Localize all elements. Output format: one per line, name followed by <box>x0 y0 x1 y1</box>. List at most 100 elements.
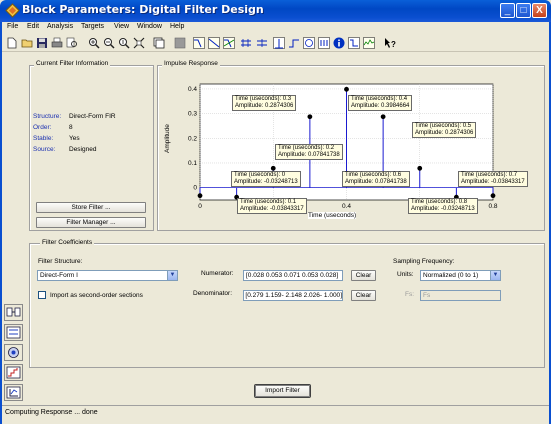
stem-marker <box>307 114 313 120</box>
phase-response-icon[interactable] <box>208 37 220 49</box>
datatip-3-time: Time (useconds): 0.3 <box>235 96 292 102</box>
minimize-button[interactable]: _ <box>500 3 515 18</box>
denominator-clear-button[interactable]: Clear <box>351 290 376 301</box>
numerator-label: Numerator: <box>201 270 234 277</box>
stem-marker <box>417 165 423 171</box>
datatip-6-amp: Amplitude: 0.07841738 <box>345 179 407 185</box>
units-value: Normalized (0 to 1) <box>423 272 479 279</box>
fs-input[interactable]: Fs <box>420 290 501 301</box>
order-label: Order: <box>33 124 52 131</box>
print-preview-icon[interactable] <box>66 37 78 49</box>
full-view-icon[interactable] <box>133 37 145 49</box>
y-axis-label: Amplitude <box>164 124 171 153</box>
datatip-1-amp: Amplitude: -0.03843317 <box>240 206 304 212</box>
import-sos-label: Import as second-order sections <box>50 292 143 299</box>
open-icon[interactable] <box>21 37 33 49</box>
zoom-in-y-icon[interactable] <box>118 37 130 49</box>
numerator-clear-button[interactable]: Clear <box>351 270 376 281</box>
impulse-response-plot[interactable]: 00.20.40.60.80.40.30.20.10 Amplitude <box>157 66 545 230</box>
status-bar: Computing Response ... done <box>0 405 551 424</box>
filter-info-icon[interactable] <box>333 37 345 49</box>
magnitude-phase-icon[interactable] <box>223 37 235 49</box>
source-label: Source: <box>33 146 56 153</box>
save-icon[interactable] <box>36 37 48 49</box>
menu-edit[interactable]: Edit <box>27 23 39 30</box>
datatip-1[interactable]: Time (useconds): 0.1 Amplitude: -0.038433… <box>237 198 307 214</box>
chevron-down-icon[interactable]: ▼ <box>167 271 177 280</box>
units-select[interactable]: Normalized (0 to 1) ▼ <box>420 270 501 281</box>
grey-box-icon[interactable] <box>174 37 186 49</box>
menu-analysis[interactable]: Analysis <box>47 23 73 30</box>
datatip-2[interactable]: Time (useconds): 0.2 Amplitude: 0.0784173… <box>275 144 343 160</box>
filter-manager-button[interactable]: Filter Manager ... <box>36 217 146 228</box>
noise-power-icon[interactable] <box>363 37 375 49</box>
y-tick-label: 0.4 <box>188 86 197 93</box>
print-icon[interactable] <box>51 37 63 49</box>
datatip-8-amp: Amplitude: -0.03248713 <box>411 206 475 212</box>
denominator-input[interactable]: [1.000 -2.026 2.148 -1.159 0.279] <box>243 290 343 301</box>
filter-structure-select[interactable]: Direct-Form I ▼ <box>37 270 178 281</box>
y-tick-label: 0.3 <box>188 111 197 118</box>
menu-help[interactable]: Help <box>170 23 184 30</box>
store-filter-button[interactable]: Store Filter ... <box>36 202 146 213</box>
datatip-3[interactable]: Time (useconds): 0.3 Amplitude: 0.2874306 <box>232 95 297 111</box>
maximize-button[interactable]: □ <box>516 3 531 18</box>
datatip-7[interactable]: Time (useconds): 0.7 Amplitude: -0.038433… <box>458 171 528 187</box>
datatip-2-amp: Amplitude: 0.07841738 <box>278 152 340 158</box>
fs-label: Fs: <box>405 291 415 298</box>
coefficients-icon[interactable] <box>318 37 330 49</box>
magnitude-response-icon[interactable] <box>193 37 205 49</box>
datatip-4-time: Time (useconds): 0.4 <box>351 96 408 102</box>
datatip-5-amp: Amplitude: 0.2874306 <box>415 130 474 136</box>
close-button[interactable]: X <box>532 3 547 18</box>
step-response-icon[interactable] <box>288 37 300 49</box>
datatip-5[interactable]: Time (useconds): 0.5 Amplitude: 0.2874306 <box>412 122 477 138</box>
datatip-0[interactable]: Time (useconds): 0 Amplitude: -0.03248713 <box>231 171 301 187</box>
filter-structure-value: Direct-Form I <box>40 272 78 279</box>
sidebar-transform-button[interactable] <box>4 304 23 321</box>
phase-delay-icon[interactable] <box>256 37 268 49</box>
magnitude-estimate-icon[interactable] <box>348 37 360 49</box>
zoom-in-icon[interactable] <box>88 37 100 49</box>
menu-view[interactable]: View <box>114 23 129 30</box>
title-bar[interactable]: Block Parameters: Digital Filter Design … <box>0 0 551 22</box>
svg-text:?: ? <box>391 40 396 49</box>
datatip-4[interactable]: Time (useconds): 0.4 Amplitude: 0.3984664 <box>348 95 413 111</box>
new-window-icon[interactable] <box>153 37 165 49</box>
datatip-6-time: Time (useconds): 0.6 <box>345 172 402 178</box>
y-tick-label: 0.1 <box>188 160 197 167</box>
sidebar-import-filter-button[interactable] <box>4 384 23 401</box>
quantize-icon <box>6 366 21 379</box>
sidebar-create-multirate-button[interactable] <box>4 324 23 341</box>
datatip-8-time: Time (useconds): 0.8 <box>411 199 468 205</box>
impulse-response-icon[interactable] <box>273 37 285 49</box>
datatip-6[interactable]: Time (useconds): 0.6 Amplitude: 0.0784173… <box>342 171 410 187</box>
x-tick-label: 0.8 <box>488 203 497 210</box>
transform-icon <box>6 307 21 317</box>
menu-targets[interactable]: Targets <box>81 23 104 30</box>
y-tick-label: 0 <box>193 185 197 192</box>
current-filter-title: Current Filter Information <box>34 60 111 67</box>
new-icon[interactable] <box>6 37 18 49</box>
realize-model-icon <box>8 347 19 358</box>
datatip-4-amp: Amplitude: 0.3984664 <box>351 103 410 109</box>
chevron-down-icon[interactable]: ▼ <box>490 271 500 280</box>
x-tick-label: 0.4 <box>342 203 351 210</box>
menu-file[interactable]: File <box>7 23 18 30</box>
datatip-8[interactable]: Time (useconds): 0.8 Amplitude: -0.032487… <box>408 198 478 214</box>
sidebar-quantize-button[interactable] <box>4 364 23 381</box>
sidebar-realize-model-button[interactable] <box>4 344 23 361</box>
group-delay-icon[interactable] <box>240 37 252 49</box>
menu-window[interactable]: Window <box>137 23 162 30</box>
import-filter-icon <box>6 386 21 399</box>
import-filter-button[interactable]: Import Filter <box>255 385 310 397</box>
filter-coefficients-title: Filter Coefficients <box>40 239 95 246</box>
pole-zero-icon[interactable] <box>303 37 315 49</box>
structure-label: Structure: <box>33 113 62 120</box>
numerator-input[interactable]: [0.028 0.053 0.071 0.053 0.028] <box>243 270 343 281</box>
denominator-label: Denominator: <box>193 290 233 297</box>
whats-this-icon[interactable]: ? <box>384 37 396 49</box>
zoom-in-x-icon[interactable] <box>103 37 115 49</box>
import-sos-checkbox[interactable] <box>38 291 46 299</box>
stem-marker <box>197 193 203 199</box>
